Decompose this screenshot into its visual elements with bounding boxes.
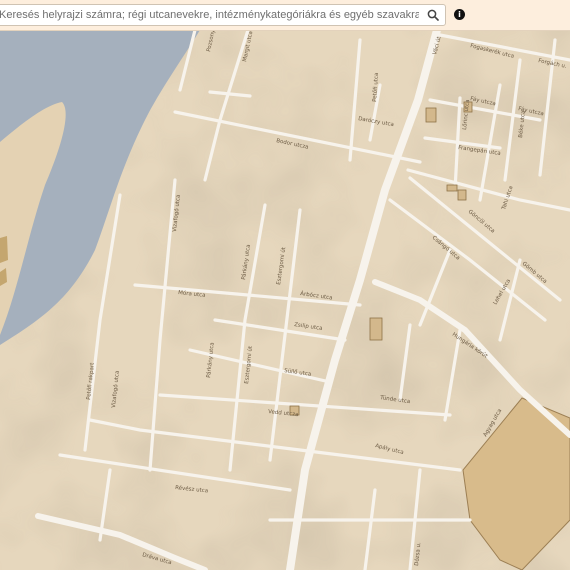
building: [457, 189, 467, 201]
search-icon: [427, 9, 439, 21]
search-button[interactable]: [423, 6, 443, 24]
info-icon: i: [458, 9, 461, 19]
search-input[interactable]: [0, 5, 419, 25]
building: [425, 107, 437, 123]
building: [369, 317, 383, 341]
island-building: [0, 236, 8, 263]
map-canvas[interactable]: Fogaskerék utca Forgách u. Fáy utcza Fáy…: [0, 0, 570, 570]
top-bar: i: [0, 0, 570, 31]
info-button[interactable]: i: [454, 9, 465, 20]
building: [446, 184, 458, 192]
search-box: [0, 4, 446, 26]
